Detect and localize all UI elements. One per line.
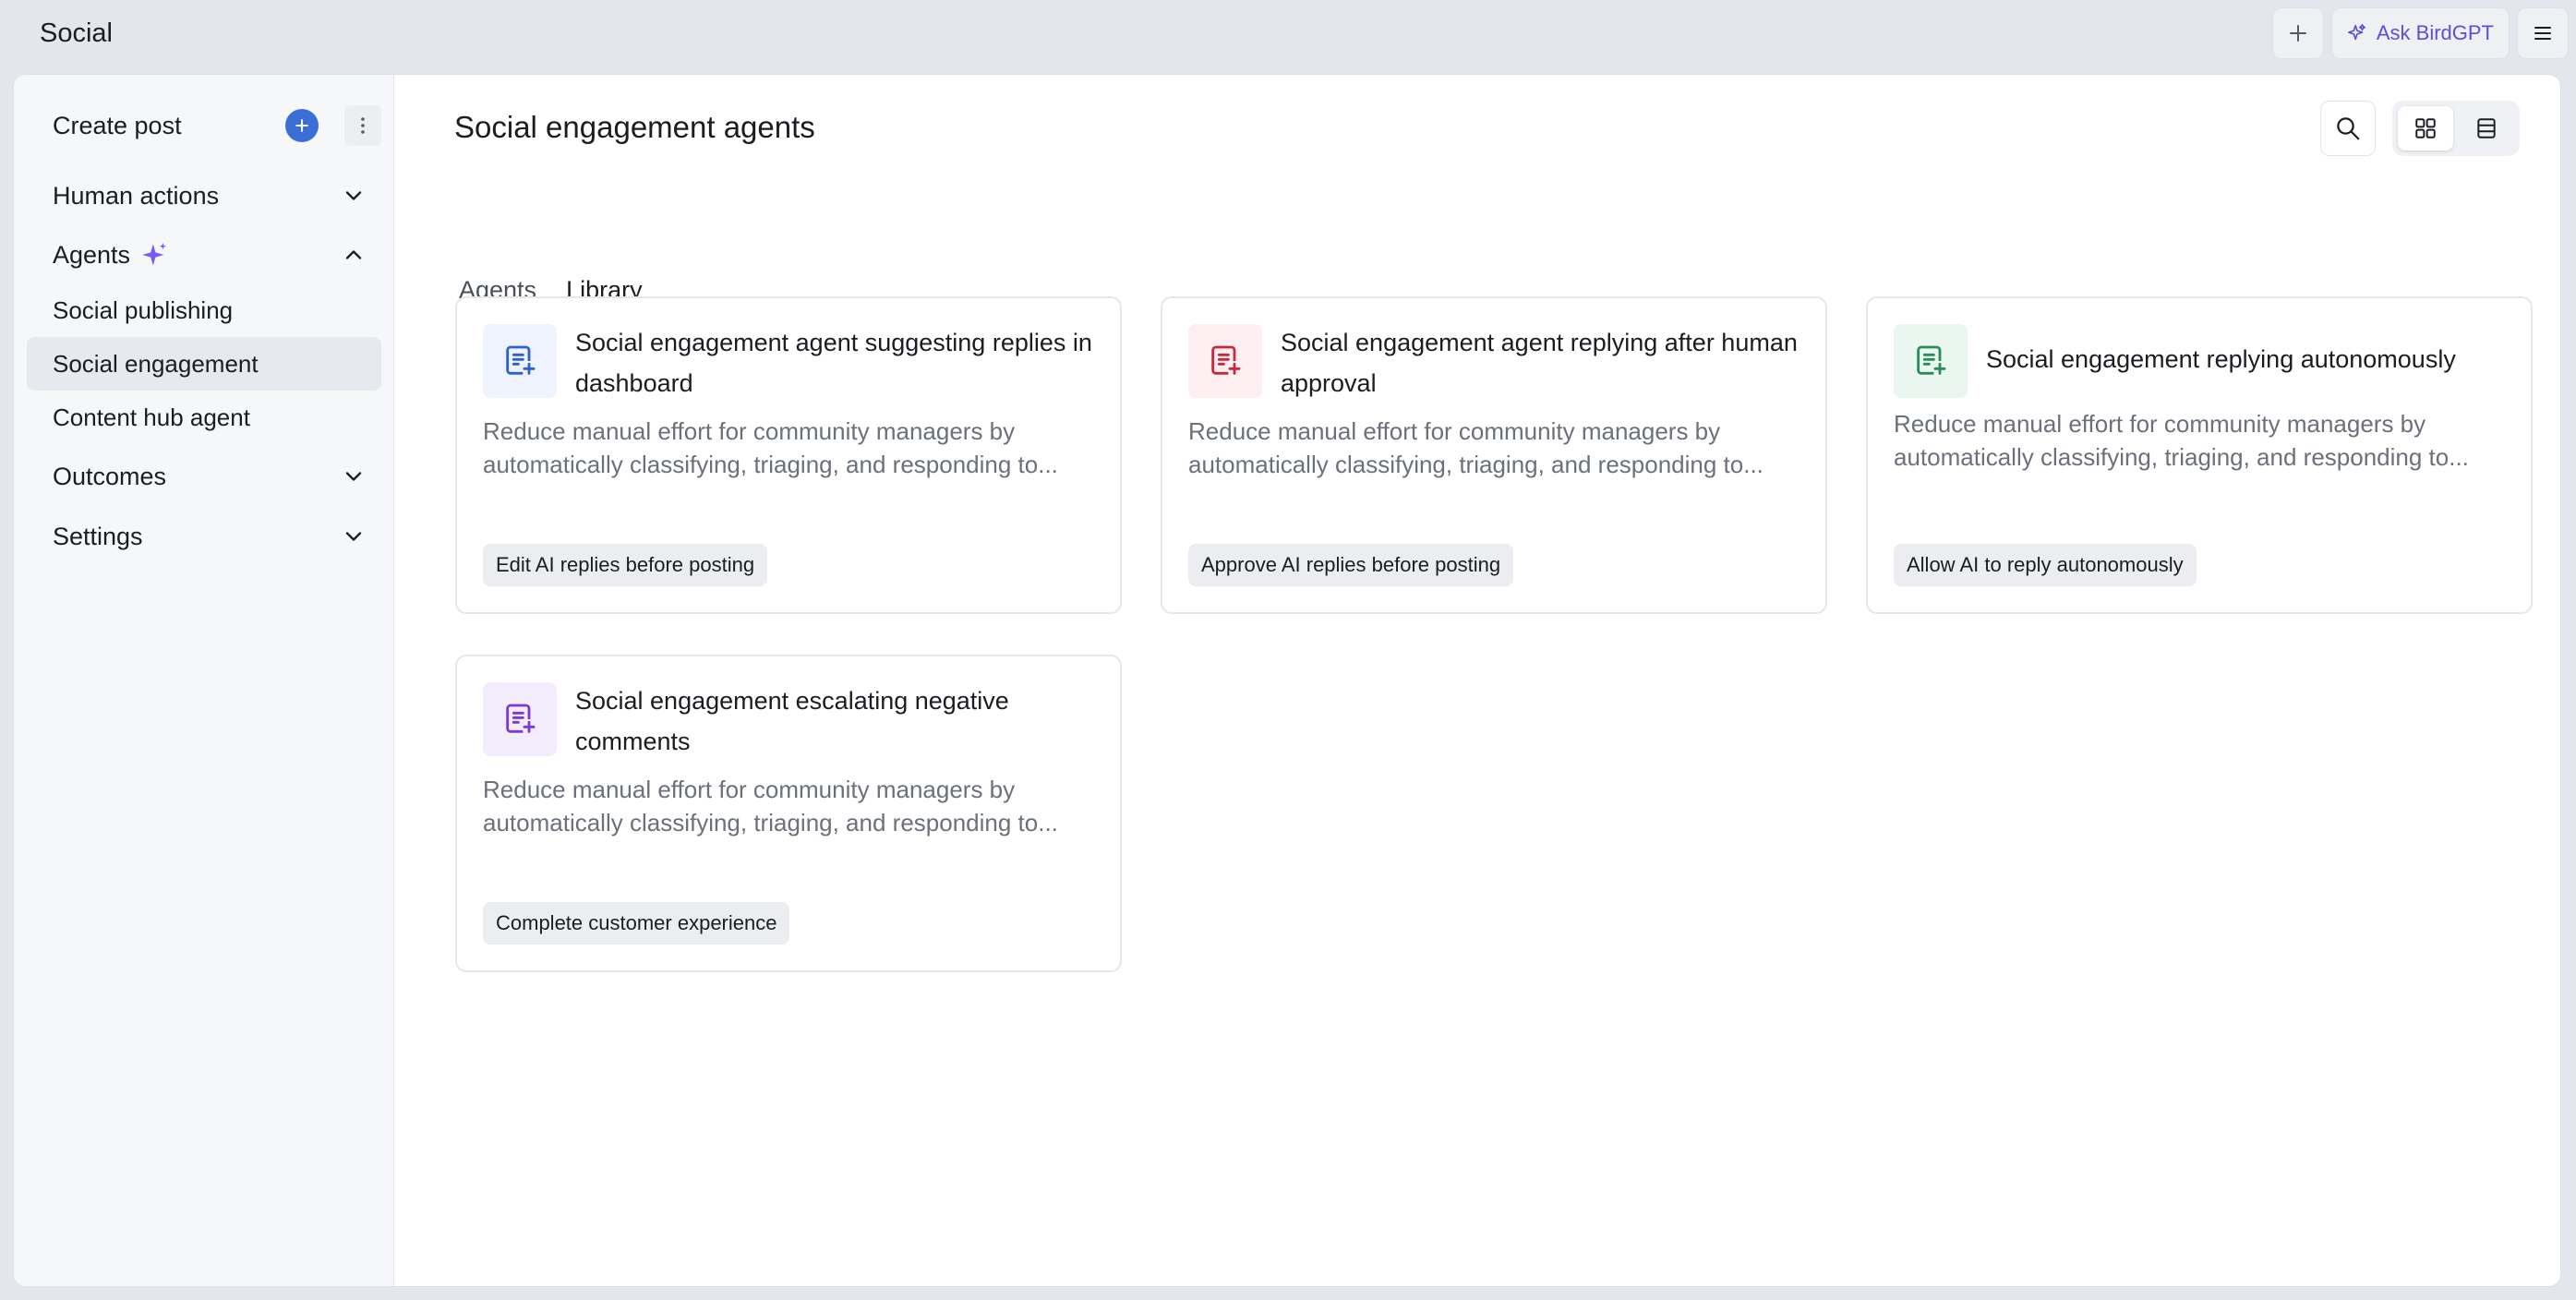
agent-card-description: Reduce manual effort for community manag…	[483, 776, 1058, 837]
create-post-label: Create post	[53, 111, 182, 139]
sidebar-item-label: Social engagement	[53, 349, 259, 378]
sparkle-icon	[142, 243, 166, 266]
agent-card-tag: Edit AI replies before posting	[483, 544, 768, 586]
view-toggle	[2392, 101, 2520, 156]
plus-icon	[295, 119, 308, 132]
sidebar-section-label: Human actions	[53, 181, 220, 210]
app-frame: Create post Human actions Agents Social …	[13, 74, 2561, 1287]
chevron-down-icon	[345, 532, 362, 541]
agent-card-title: Social engagement agent replying after h…	[1281, 329, 1798, 397]
plus-icon	[2289, 25, 2306, 42]
agent-doc-sparkle-icon	[1211, 345, 1241, 375]
agent-card[interactable]: Social engagement escalating negative co…	[455, 655, 1122, 972]
create-post-button[interactable]	[285, 109, 319, 142]
agent-card-description: Reduce manual effort for community manag…	[1188, 417, 1763, 478]
agent-icon	[1894, 324, 1968, 398]
top-bar: Social Ask BirdGPT	[0, 0, 2576, 72]
ask-birdgpt-button[interactable]: Ask BirdGPT	[2330, 7, 2510, 59]
sparkle-icon	[2347, 24, 2365, 41]
hamburger-icon	[2534, 27, 2551, 40]
list-view-button[interactable]	[2459, 106, 2514, 150]
top-actions: Ask BirdGPT	[2271, 7, 2569, 59]
agent-card-description: Reduce manual effort for community manag…	[1894, 410, 2469, 471]
page-title: Social engagement agents	[454, 110, 815, 144]
sidebar-section-agents[interactable]: Agents	[27, 228, 381, 282]
create-post-row[interactable]: Create post	[27, 99, 381, 152]
agent-card[interactable]: Social engagement agent replying after h…	[1161, 296, 1827, 614]
agent-doc-sparkle-icon	[506, 704, 536, 733]
agent-card-tag: Allow AI to reply autonomously	[1894, 544, 2197, 586]
agent-card-tag: Approve AI replies before posting	[1188, 544, 1514, 586]
search-button[interactable]	[2320, 101, 2376, 156]
agent-icon	[483, 682, 557, 756]
sidebar-item-social-publishing[interactable]: Social publishing	[27, 283, 381, 337]
sidebar-item-social-engagement[interactable]: Social engagement	[27, 337, 381, 391]
sidebar-item-label: Content hub agent	[53, 403, 250, 431]
menu-button[interactable]	[2517, 7, 2569, 59]
more-options-button[interactable]	[344, 105, 381, 146]
grid-icon	[2415, 118, 2436, 138]
sidebar: Create post Human actions Agents Social …	[14, 75, 394, 1286]
sidebar-section-human-actions[interactable]: Human actions	[27, 169, 381, 223]
chevron-down-icon	[345, 472, 362, 481]
agent-card[interactable]: Social engagement agent suggesting repli…	[455, 296, 1122, 614]
kebab-icon	[361, 117, 365, 134]
sidebar-item-label: Social publishing	[53, 295, 234, 324]
sidebar-section-label: Outcomes	[53, 462, 167, 490]
list-icon	[2477, 118, 2496, 138]
agent-card-title: Social engagement agent suggesting repli…	[575, 329, 1092, 397]
grid-view-button[interactable]	[2398, 106, 2453, 150]
chevron-up-icon	[345, 250, 362, 259]
agent-card-title: Social engagement escalating negative co…	[575, 687, 1009, 755]
agent-card[interactable]: Social engagement replying autonomously …	[1866, 296, 2533, 614]
agent-doc-sparkle-icon	[506, 345, 536, 375]
agent-icon	[1188, 324, 1262, 398]
agent-card-description: Reduce manual effort for community manag…	[483, 417, 1058, 478]
agent-card-tag: Complete customer experience	[483, 902, 790, 945]
main-content: Social engagement agents Agents Library	[394, 75, 2560, 1286]
toolbar	[2320, 101, 2520, 156]
sidebar-section-label: Agents	[53, 240, 131, 269]
agent-icon	[483, 324, 557, 398]
sidebar-section-outcomes[interactable]: Outcomes	[27, 450, 381, 503]
add-button[interactable]	[2271, 7, 2324, 59]
sidebar-section-label: Settings	[53, 522, 143, 550]
sidebar-section-settings[interactable]: Settings	[27, 510, 381, 563]
sidebar-item-content-hub-agent[interactable]: Content hub agent	[27, 391, 381, 444]
agent-doc-sparkle-icon	[1917, 345, 1946, 375]
chevron-down-icon	[345, 191, 362, 200]
agent-card-title: Social engagement replying autonomously	[1986, 345, 2456, 373]
ask-birdgpt-label: Ask BirdGPT	[2376, 21, 2494, 44]
search-icon	[2337, 117, 2360, 140]
app-title: Social	[40, 18, 113, 48]
